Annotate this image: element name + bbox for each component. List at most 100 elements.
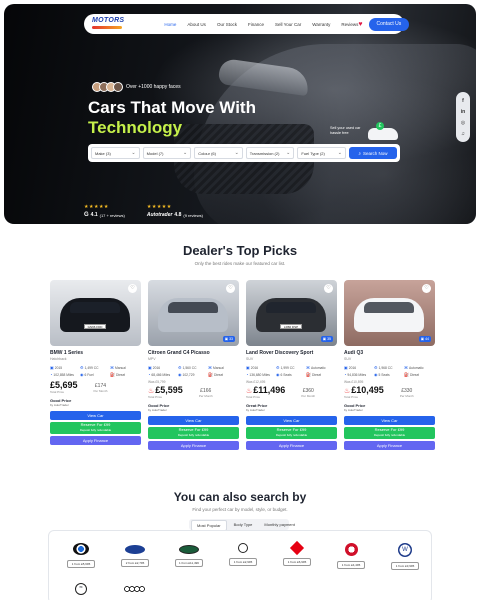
calendar-icon: ▣ [50,365,54,370]
car-title: Audi Q3 [344,350,364,356]
brand-item-volkswagen[interactable]: W 1 from £3,995 [391,543,419,570]
car-image[interactable]: ♡ ▣ 44 [344,280,435,346]
model-select[interactable]: Model (7) ⌄ [142,147,192,159]
car-card[interactable]: LR66 DSP ♡ ▣ 35 Land Rover Discovery Spo… [246,280,337,450]
fuel-select-value: Fuel Type (2) [301,150,325,156]
reserve-button[interactable]: Reserve For £99 Deposit fully refundable [148,427,239,439]
linkedin-icon[interactable]: in [461,109,465,115]
rating-score: 4.1 [90,212,98,218]
happy-faces-text: Over +1000 happy faces [126,84,181,90]
fuel-type-select[interactable]: Fuel Type (2) ⌄ [297,147,346,159]
nav-links: Home About Us Our Stock Finance Sell You… [164,22,358,27]
nav-link-home[interactable]: Home [164,22,176,27]
transmission-select-value: Transmission (2) [249,150,280,156]
instagram-icon[interactable]: ◎ [461,120,465,126]
make-select[interactable]: Make (3) ⌄ [91,147,140,159]
brand-item-audi[interactable] [121,583,149,593]
car-card[interactable]: GN66 FDD ♡ BMW 1 Series Hatchback ▣ 2015 … [50,280,141,450]
nav-link-stock[interactable]: Our Stock [217,22,237,27]
search-now-button[interactable]: ⌕ Search Now [348,147,397,159]
contact-button[interactable]: Contact Us [368,17,410,31]
brand-item-vauxhall[interactable]: 1 from £4,495 [337,543,365,569]
reserve-button[interactable]: Reserve For £99 Deposit fully refundable [246,427,337,439]
favourite-heart-icon[interactable]: ♡ [128,284,137,293]
reserve-button[interactable]: Reserve For £99 Deposit fully refundable [50,422,141,434]
colour-select[interactable]: Colour (6) ⌄ [194,147,243,159]
price-rating-source: by AutoTrader [344,408,363,412]
autotrader-rating[interactable]: ★★★★★ Autotrader 4.8 (9 reviews) [147,204,203,218]
total-price-label: Total Price [344,395,359,399]
brand-count: 1 from £2,995 [229,558,257,566]
favourites-heart-icon[interactable]: ♥ [358,20,362,29]
speedometer-icon: ◔ [148,372,151,377]
engine-spec: ⚙ 1,560 CC [178,365,197,370]
hot-deal-flame-icon: ♨ [344,388,351,395]
view-car-button[interactable]: View Car [148,416,239,425]
nav-link-about[interactable]: About Us [187,22,206,27]
car-specs: ▣ 2016 ⚙ 1,999 CC ⌘ Automatic ◔ 136,680 Mile… [246,365,337,377]
brand-item-mitsubishi[interactable]: 1 from £6,995 [283,540,311,566]
favourite-heart-icon[interactable]: ♡ [324,284,333,293]
sell-your-car-promo[interactable]: Sell your used car hassle free £ [330,122,400,144]
car-title: Land Rover Discovery Sport [246,350,314,356]
brand-count: 2 from £2,795 [121,559,149,567]
mini-logo-icon [238,543,248,553]
car-body-type: Hatchback [50,357,67,361]
gearbox-icon: ⌘ [208,365,212,370]
avatar [113,82,123,92]
brand-item-ford[interactable]: 2 from £2,795 [121,543,149,567]
ratings-row: ★★★★★ G 4.1 (17 + reviews) ★★★★★ Autotrade… [84,204,203,218]
citroen-logo-icon: ≈ [75,583,87,595]
apply-finance-button[interactable]: Apply Finance [246,441,337,450]
photo-count-badge[interactable]: ▣ 35 [320,336,333,342]
chevron-down-icon: ⌄ [182,150,188,156]
rating-score: 4.8 [174,212,182,218]
apply-finance-button[interactable]: Apply Finance [148,441,239,450]
year-spec: ▣ 2015 [50,365,63,370]
nav-link-finance[interactable]: Finance [248,22,264,27]
favourite-heart-icon[interactable]: ♡ [422,284,431,293]
brand-item-mini[interactable]: 1 from £2,995 [229,543,257,566]
engine-icon: ⚙ [276,365,280,370]
tiktok-icon[interactable]: ♫ [461,131,465,137]
reserve-label: Reserve For £99 [178,427,209,432]
reserve-button[interactable]: Reserve For £99 Deposit fully refundable [344,427,435,439]
autotrader-logo: Autotrader [146,212,173,218]
view-car-button[interactable]: View Car [246,416,337,425]
brand-item-land-rover[interactable]: 1 from £11,496 [175,543,203,567]
car-specs: ▣ 2016 ⚙ 1,968 CC ⌘ Automatic ◔ 94,836 Miles… [344,365,435,377]
nav-link-warranty[interactable]: Warranty [312,22,330,27]
logo-text: MOTORS [92,17,125,24]
facebook-icon[interactable]: f [462,98,464,104]
car-image[interactable]: GN66 FDD ♡ [50,280,141,346]
photo-count-badge[interactable]: ▣ 33 [222,336,235,342]
model-select-value: Model (7) [146,150,164,156]
hot-deal-flame-icon: ♨ [246,388,253,395]
site-logo[interactable]: MOTORS [92,17,124,31]
colour-select-value: Colour (6) [198,150,216,156]
gearbox-spec: ⌘ Automatic [306,365,326,370]
car-specs: ▣ 2015 ⚙ 1,499 CC ⌘ Manual ◔ 102,858 Miles ◉… [50,365,141,377]
google-rating[interactable]: ★★★★★ G 4.1 (17 + reviews) [84,204,125,218]
total-price-label: Total Price [50,390,65,394]
brand-item-bmw[interactable]: 1 from £5,695 [67,543,95,568]
monthly-label: Per Month [93,389,108,393]
car-card[interactable]: ♡ ▣ 33 Citroen Grand C4 Picasso MPV ▣ 201… [148,280,239,450]
apply-finance-button[interactable]: Apply Finance [344,441,435,450]
transmission-select[interactable]: Transmission (2) ⌄ [245,147,295,159]
view-car-button[interactable]: View Car [50,411,141,420]
car-card[interactable]: ♡ ▣ 44 Audi Q3 SUV ▣ 2016 ⚙ 1,968 CC ⌘ Auto… [344,280,435,450]
brand-item-citroen[interactable]: ≈ [67,583,95,595]
gearbox-spec: ⌘ Manual [110,365,126,370]
apply-finance-button[interactable]: Apply Finance [50,436,141,445]
car-image[interactable]: LR66 DSP ♡ ▣ 35 [246,280,337,346]
favourite-heart-icon[interactable]: ♡ [226,284,235,293]
view-car-button[interactable]: View Car [344,416,435,425]
photo-count-badge[interactable]: ▣ 44 [418,336,431,342]
nav-link-reviews[interactable]: Reviews [341,22,358,27]
total-price: £10,495 [351,385,384,395]
year-spec: ▣ 2016 [246,365,259,370]
car-image[interactable]: ♡ ▣ 33 [148,280,239,346]
car-search-bar: Make (3) ⌄ Model (7) ⌄ Colour (6) ⌄ Transmi… [88,144,400,162]
nav-link-sell[interactable]: Sell Your Car [275,22,301,27]
